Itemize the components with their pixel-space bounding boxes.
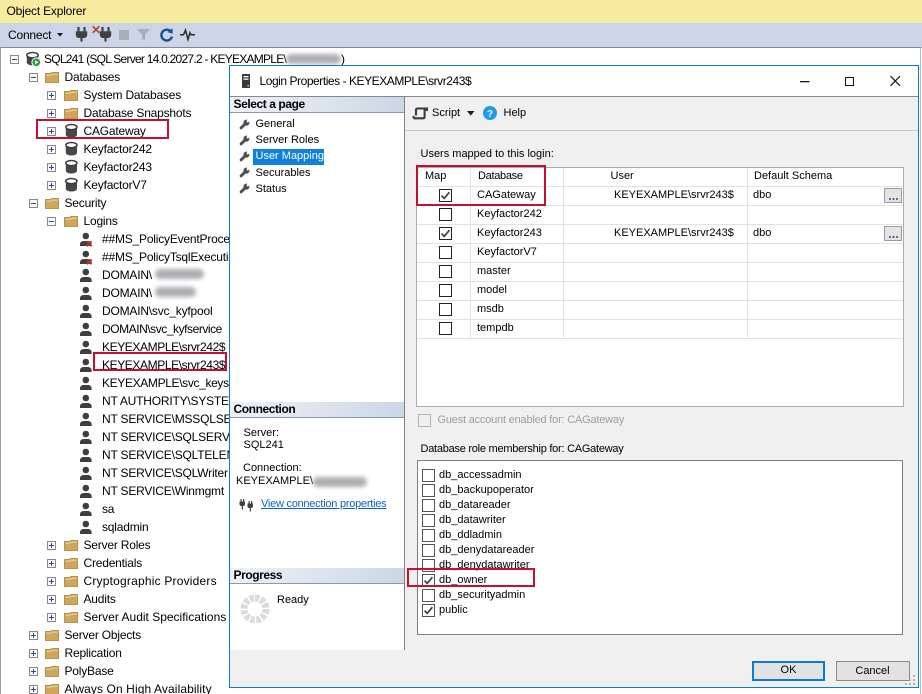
svg-text:?: ? [487, 109, 493, 120]
